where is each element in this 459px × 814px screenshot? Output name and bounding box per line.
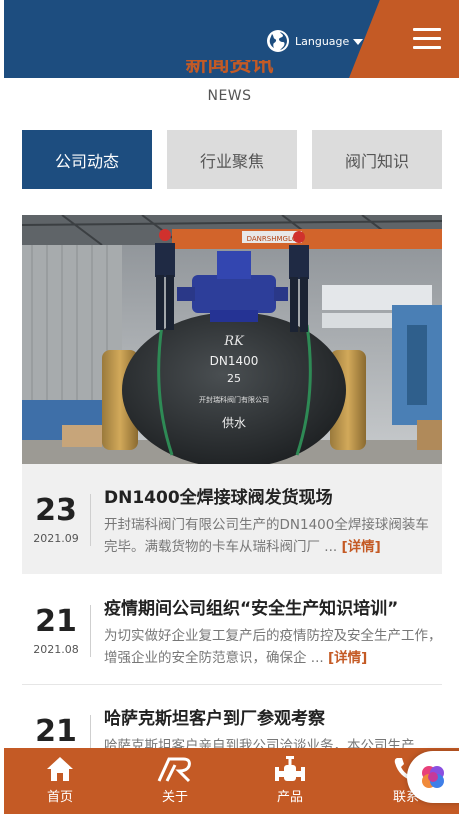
ai-assistant-icon (422, 766, 444, 788)
globe-icon (267, 30, 289, 52)
news-detail-link[interactable]: [详情] (341, 539, 380, 555)
news-summary-text: 为切实做好企业复工复产后的疫情防控及安全生产工作，增强企业的安全防范意识，确保企 (104, 628, 442, 666)
date-divider (90, 494, 91, 546)
bottom-nav: 首页 关于 产品 联系 (4, 748, 459, 814)
tab-valve-knowledge[interactable]: 阀门知识 (312, 130, 442, 189)
news-title[interactable]: 哈萨克斯坦客户到厂参观考察 (104, 704, 440, 729)
news-ellipsis: ... (306, 650, 328, 666)
news-item[interactable]: 21 2021.08 疫情期间公司组织“安全生产知识培训” 为切实做好企业复工复… (22, 575, 442, 685)
floating-assistant-button[interactable] (407, 751, 459, 803)
news-title[interactable]: 疫情期间公司组织“安全生产知识培训” (104, 594, 440, 619)
news-day: 21 (35, 714, 77, 749)
valve-icon (275, 756, 305, 781)
crane-sign: DANRSHMGLQ (247, 235, 298, 243)
chevron-down-icon (353, 39, 364, 45)
valve-logo-text: RK (223, 334, 245, 349)
section-title: 新闻资讯 (0, 60, 459, 82)
news-title[interactable]: DN1400全焊接球阀发货现场 (104, 483, 440, 508)
menu-button[interactable] (413, 28, 441, 50)
valve-marking-pressure: 25 (227, 372, 241, 385)
news-item[interactable]: 23 2021.09 DN1400全焊接球阀发货现场 开封瑞科阀门有限公司生产的… (22, 464, 442, 574)
page: Language 新闻资讯 NEWS 公司动态 行业聚焦 阀门知识 DANRSH… (0, 0, 459, 814)
language-label: Language (295, 34, 350, 48)
tab-industry-focus[interactable]: 行业聚焦 (167, 130, 297, 189)
tab-company-news[interactable]: 公司动态 (22, 130, 152, 189)
news-year-month: 2021.09 (33, 532, 79, 545)
news-day: 23 (35, 493, 77, 528)
bottom-nav-about[interactable]: 关于 (135, 748, 215, 814)
section-title-text: 新闻资讯 (185, 60, 274, 77)
bottom-nav-home[interactable]: 首页 (20, 748, 100, 814)
news-date: 23 2021.09 (22, 493, 90, 546)
valve-marking-company: 开封瑞科阀门有限公司 (199, 395, 269, 404)
bottom-nav-label: 产品 (276, 790, 303, 805)
news-year-month: 2021.08 (33, 643, 79, 656)
valve-marking-purpose: 供水 (222, 416, 246, 430)
valve-marking-size: DN1400 (210, 354, 259, 368)
news-summary: 开封瑞科阀门有限公司生产的DN1400全焊接球阀装车完毕。满载货物的卡车从瑞科阀… (104, 514, 442, 558)
news-date: 21 2021.08 (22, 604, 90, 657)
bottom-nav-label: 关于 (161, 790, 188, 805)
date-divider (90, 605, 91, 657)
brand-logo-icon (157, 757, 191, 783)
featured-news-photo[interactable]: DANRSHMGLQ RK DN1400 25 开封瑞科阀门有限公司 供水 (22, 215, 442, 464)
bottom-nav-products[interactable]: 产品 (250, 748, 330, 814)
language-selector[interactable]: Language (266, 28, 364, 54)
valve-photo-illustration: DANRSHMGLQ RK DN1400 25 开封瑞科阀门有限公司 供水 (22, 215, 442, 464)
menu-bar-icon (413, 46, 441, 49)
news-tabs: 公司动态 行业聚焦 阀门知识 (22, 130, 442, 189)
section-subtitle: NEWS (207, 88, 252, 104)
news-detail-link[interactable]: [详情] (328, 650, 367, 666)
home-icon (47, 757, 73, 781)
menu-bar-icon (413, 28, 441, 31)
news-day: 21 (35, 604, 77, 639)
news-ellipsis: ... (320, 539, 342, 555)
news-summary: 为切实做好企业复工复产后的疫情防控及安全生产工作，增强企业的安全防范意识，确保企… (104, 625, 442, 669)
bottom-nav-label: 首页 (46, 790, 73, 805)
menu-bar-icon (413, 37, 441, 40)
